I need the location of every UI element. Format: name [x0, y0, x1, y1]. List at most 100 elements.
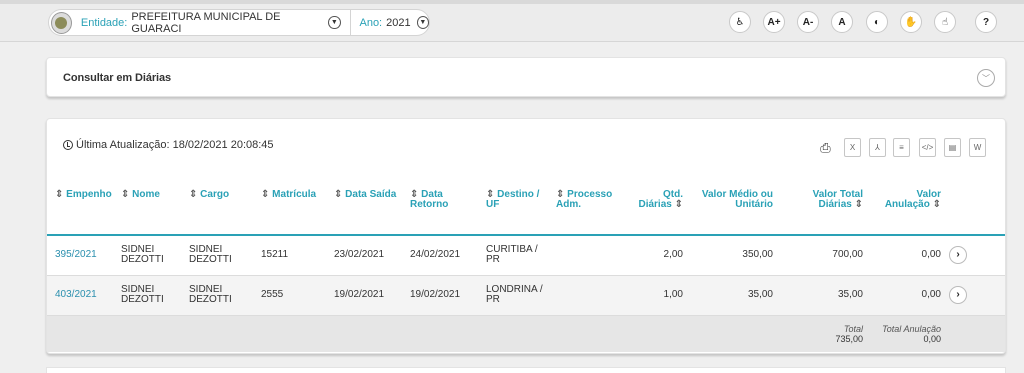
sort-icon[interactable]: ⇕	[189, 189, 200, 200]
chevron-right-icon[interactable]: ›	[949, 286, 967, 304]
excel-icon[interactable]: X	[844, 138, 861, 157]
wheelchair-icon[interactable]: ♿	[729, 11, 751, 33]
column-header[interactable]: Valor Total Diárias ⇕	[777, 177, 867, 236]
cell-matricula: 2555	[257, 275, 330, 316]
column-header[interactable]: ⇕ Nome	[117, 177, 185, 236]
total-anulacao-value: 0,00	[923, 333, 941, 344]
footer-empty-cell	[185, 315, 257, 352]
sort-icon[interactable]: ⇕	[121, 189, 132, 200]
libras-hand-icon[interactable]: ☝	[934, 11, 956, 33]
cell-empenho[interactable]: 395/2021	[47, 235, 117, 276]
column-header-action	[945, 177, 1005, 236]
year-value: 2021	[386, 16, 411, 29]
column-header-label: Data Saída	[345, 189, 397, 200]
total-anulacao-cell: Total Anulação 0,00	[867, 315, 945, 352]
column-header[interactable]: ⇕ Matrícula	[257, 177, 330, 236]
column-header[interactable]: ⇕ Data Retorno	[406, 177, 482, 236]
cell-retorno: 24/02/2021	[406, 235, 482, 276]
year-label: Ano:	[359, 16, 383, 29]
footer-empty-cell	[117, 315, 185, 352]
cell-medio: 35,00	[687, 275, 777, 316]
cell-nome: SIDNEI DEZOTTI	[117, 235, 185, 276]
column-header[interactable]: ⇕ Data Saída	[330, 177, 406, 236]
results-panel: Última Atualização: 18/02/2021 20:08:45 …	[46, 118, 1006, 354]
footer-empty-cell	[687, 315, 777, 352]
font-increase-icon[interactable]: A+	[763, 11, 785, 33]
query-panel-title: Consultar em Diárias	[63, 72, 172, 84]
expand-chevron-icon[interactable]: ﹀	[977, 69, 995, 87]
text-icon[interactable]: ≡	[893, 138, 910, 157]
cell-saida: 23/02/2021	[330, 235, 406, 276]
column-header-label: Valor Médio ou Unitário	[701, 189, 773, 210]
footer-empty-cell	[945, 315, 1005, 352]
sort-icon[interactable]: ⇕	[334, 189, 345, 200]
word-icon[interactable]: W	[969, 138, 986, 157]
diarias-table: ⇕ Empenho ⇕ Nome ⇕ Cargo ⇕ Matrícula ⇕ Data …	[47, 177, 1005, 352]
column-header[interactable]: ⇕ Empenho	[47, 177, 117, 236]
last-update-text: Última Atualização: 18/02/2021 20:08:45	[76, 139, 274, 151]
cell-anulacao: 0,00	[867, 235, 945, 276]
column-header-label: Empenho	[66, 189, 112, 200]
column-header[interactable]: Valor Anulação ⇕	[867, 177, 945, 236]
pdf-icon[interactable]: ⅄	[869, 138, 886, 157]
chevron-right-icon[interactable]: ›	[949, 246, 967, 265]
contrast-icon[interactable]: ◐	[866, 11, 888, 33]
column-header-label: Matrícula	[272, 189, 317, 200]
cell-destino: CURITIBA / PR	[482, 235, 552, 276]
cell-cargo: SIDNEI DEZOTTI	[185, 275, 257, 316]
divider	[349, 9, 351, 36]
cell-processo	[552, 235, 632, 276]
sort-icon[interactable]: ⇕	[672, 199, 683, 210]
last-update: Última Atualização: 18/02/2021 20:08:45	[63, 139, 274, 151]
table-row: 403/2021 SIDNEI DEZOTTI SIDNEI DEZOTTI 2555…	[47, 275, 1005, 316]
footer-empty-cell	[632, 315, 687, 352]
sign-language-icon[interactable]: ✋	[900, 11, 922, 33]
cell-anulacao: 0,00	[867, 275, 945, 316]
sort-icon[interactable]: ⇕	[930, 199, 941, 210]
font-reset-icon[interactable]: A	[831, 11, 853, 33]
cell-saida: 19/02/2021	[330, 275, 406, 316]
sort-icon[interactable]: ⇕	[261, 189, 272, 200]
footer-empty-cell	[257, 315, 330, 352]
entity-label: Entidade:	[80, 16, 128, 29]
print-icon[interactable]: ⎙	[817, 138, 834, 157]
footer-empty-cell	[552, 315, 632, 352]
cell-qtd: 2,00	[632, 235, 687, 276]
query-panel[interactable]: Consultar em Diárias ﹀	[46, 57, 1006, 97]
total-cell: Total 735,00	[777, 315, 867, 352]
municipality-logo	[51, 11, 72, 34]
footer-empty-cell	[47, 315, 117, 352]
cell-cargo: SIDNEI DEZOTTI	[185, 235, 257, 276]
total-value: 735,00	[835, 333, 863, 344]
font-decrease-icon[interactable]: A-	[797, 11, 819, 33]
cell-nome: SIDNEI DEZOTTI	[117, 275, 185, 316]
entity-value: PREFEITURA MUNICIPAL DE GUARACI	[131, 10, 281, 35]
column-header[interactable]: ⇕ Cargo	[185, 177, 257, 236]
total-label: Total	[843, 323, 863, 334]
column-header[interactable]: ⇕ Destino / UF	[482, 177, 552, 236]
cell-destino: LONDRINA / PR	[482, 275, 552, 316]
next-panel-edge	[46, 367, 1006, 373]
footer-empty-cell	[330, 315, 406, 352]
footer-empty-cell	[406, 315, 482, 352]
total-anulacao-label: Total Anulação	[882, 323, 941, 334]
footer-empty-cell	[482, 315, 552, 352]
year-dropdown-chevron-icon[interactable]: ▼	[416, 16, 429, 29]
sort-icon[interactable]: ⇕	[852, 199, 863, 210]
column-header[interactable]: ⇕ Processo Adm.	[552, 177, 632, 236]
cell-total: 700,00	[777, 235, 867, 276]
cell-action: ›	[945, 275, 1005, 316]
sort-icon[interactable]: ⇕	[55, 189, 66, 200]
column-header-label: Cargo	[200, 189, 230, 200]
cell-total: 35,00	[777, 275, 867, 316]
cell-medio: 350,00	[687, 235, 777, 276]
cell-retorno: 19/02/2021	[406, 275, 482, 316]
cell-empenho[interactable]: 403/2021	[47, 275, 117, 316]
xml-icon[interactable]: </>	[919, 138, 936, 157]
clock-icon	[63, 140, 73, 150]
help-icon[interactable]: ?	[975, 11, 997, 33]
column-header[interactable]: Valor Médio ou Unitário	[687, 177, 777, 236]
csv-icon[interactable]: ▤	[944, 138, 961, 157]
column-header[interactable]: Qtd. Diárias ⇕	[632, 177, 687, 236]
entity-dropdown-chevron-icon[interactable]: ▼	[328, 16, 341, 29]
